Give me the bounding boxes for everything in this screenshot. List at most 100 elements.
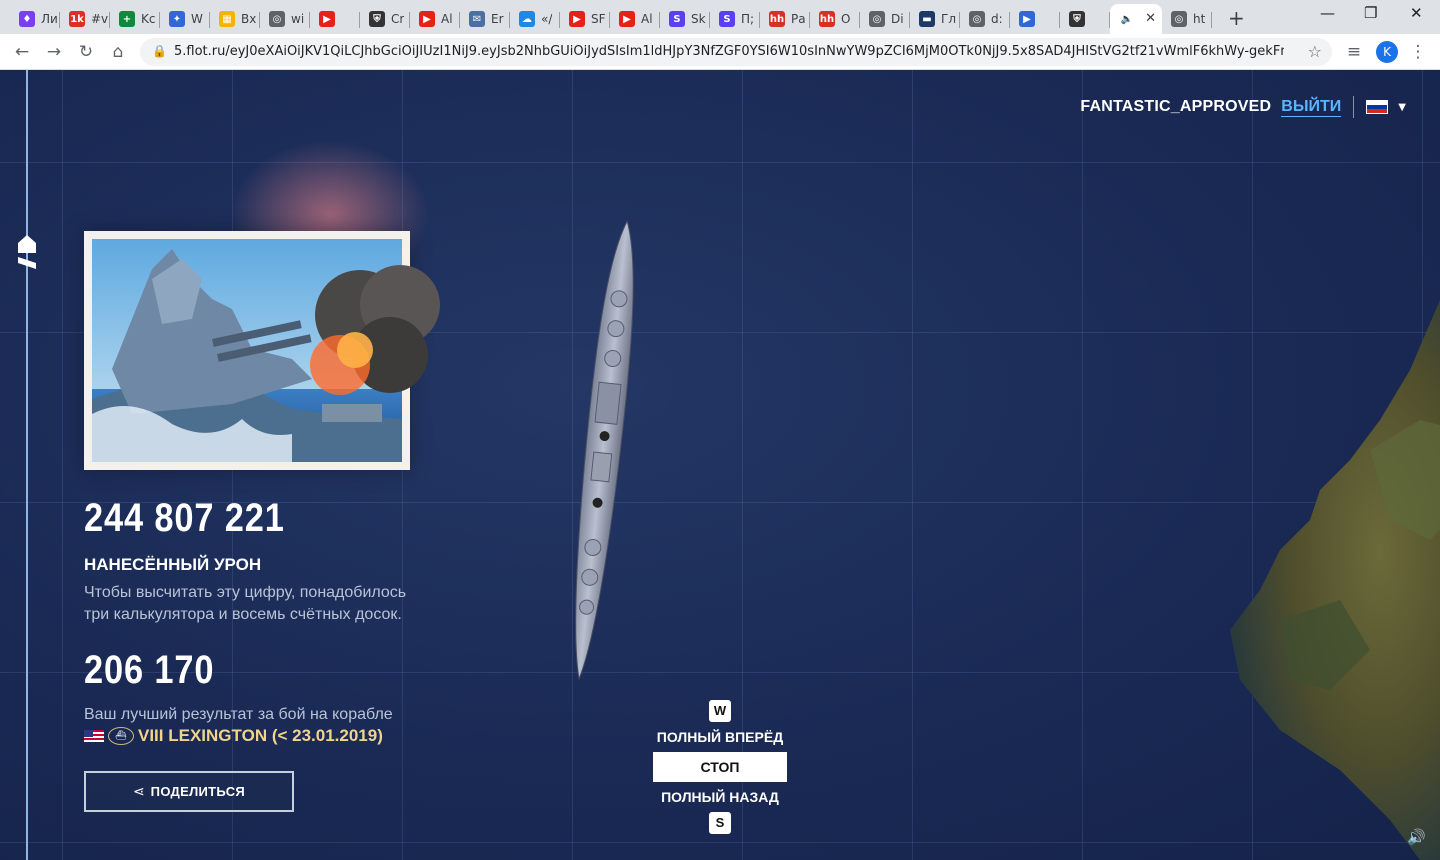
tab-title: Kc <box>141 12 156 26</box>
browser-tab[interactable]: ◎ wi <box>260 4 310 34</box>
browser-tab[interactable]: ⛨ <box>1060 4 1110 34</box>
full-ahead-button[interactable]: ПОЛНЫЙ ВПЕРЁД <box>650 722 790 752</box>
island-terrain <box>1230 300 1440 860</box>
tab-favicon-icon: + <box>119 11 135 27</box>
tab-favicon-icon: hh <box>769 11 785 27</box>
browser-tab[interactable]: ⛨ Cr <box>360 4 410 34</box>
browser-tab[interactable]: ▶ SF <box>560 4 610 34</box>
tab-favicon-icon: ⛨ <box>1069 11 1085 27</box>
reload-icon[interactable]: ↻ <box>74 40 98 64</box>
address-bar[interactable]: 🔒 5.flot.ru/eyJ0eXAiOiJKV1QiLCJhbGciOiJI… <box>140 38 1332 66</box>
tab-favicon-icon: ☁ <box>519 11 535 27</box>
share-label: ПОДЕЛИТЬСЯ <box>150 784 246 799</box>
minimize-icon[interactable]: — <box>1320 4 1335 22</box>
bookmark-star-icon[interactable]: ☆ <box>1308 42 1322 61</box>
browser-toolbar: ← → ↻ ⌂ 🔒 5.flot.ru/eyJ0eXAiOiJKV1QiLCJh… <box>0 34 1440 70</box>
key-s[interactable]: S <box>709 812 731 834</box>
close-window-icon[interactable]: ✕ <box>1410 4 1423 22</box>
browser-tab[interactable]: 🔈 ✕ <box>1110 4 1162 34</box>
tab-title: SF <box>591 12 606 26</box>
browser-tab[interactable]: ▶ Al <box>410 4 460 34</box>
best-ship: ⛴ VIII LEXINGTON (< 23.01.2019) <box>84 726 383 746</box>
tab-title: wi <box>291 12 305 26</box>
media-control-icon[interactable]: ≡ <box>1342 40 1366 64</box>
url-text[interactable]: 5.flot.ru/eyJ0eXAiOiJKV1QiLCJhbGciOiJIUz… <box>174 44 1284 59</box>
browser-tab[interactable]: ◎ d: <box>960 4 1010 34</box>
sound-toggle-icon[interactable]: 🔊 <box>1407 828 1426 846</box>
back-icon[interactable]: ← <box>10 40 34 64</box>
browser-tab[interactable]: ▶ Al <box>610 4 660 34</box>
key-w[interactable]: W <box>709 700 731 722</box>
browser-tab[interactable]: ▶ <box>310 4 360 34</box>
us-flag-icon <box>84 730 104 742</box>
tab-favicon-icon: ⛨ <box>369 11 385 27</box>
divider <box>1353 96 1355 118</box>
left-rail <box>26 70 28 860</box>
stop-button[interactable]: СТОП <box>653 752 787 782</box>
damage-description: Чтобы высчитать эту цифру, понадобилось … <box>84 582 484 626</box>
damage-value: 244 807 221 <box>84 496 285 540</box>
damage-description-line: три калькулятора и восемь счётных досок. <box>84 606 402 623</box>
browser-tab[interactable]: ◎ ht <box>1162 4 1212 34</box>
browser-tab[interactable]: ✦ W <box>160 4 210 34</box>
aircraft-carrier-icon: ⛴ <box>108 727 134 745</box>
tab-title: «/ <box>541 12 553 26</box>
best-result-value: 206 170 <box>84 648 215 692</box>
tab-favicon-icon: ▶ <box>619 11 635 27</box>
grid-line <box>62 70 63 860</box>
tab-favicon-icon: ▶ <box>1019 11 1035 27</box>
tab-title: Di <box>891 12 904 26</box>
grid-line <box>1082 70 1083 860</box>
tab-favicon-icon: 1k <box>69 11 85 27</box>
browser-tab[interactable]: 1k #v <box>60 4 110 34</box>
tab-favicon-icon: ✉ <box>469 11 485 27</box>
tab-favicon-icon: ▶ <box>319 11 335 27</box>
browser-tab[interactable]: ▶ <box>1010 4 1060 34</box>
restore-icon[interactable]: ❐ <box>1364 4 1377 22</box>
tab-favicon-icon: hh <box>819 11 835 27</box>
browser-tab[interactable]: ◎ Di <box>860 4 910 34</box>
tab-favicon-icon: 🔈 <box>1119 11 1135 27</box>
tab-title: Sk <box>691 12 706 26</box>
forward-icon[interactable]: → <box>42 40 66 64</box>
tab-title: О <box>841 12 851 26</box>
browser-tab[interactable]: ♦ Ли <box>10 4 60 34</box>
browser-tab[interactable]: S Sk <box>660 4 710 34</box>
profile-avatar[interactable]: K <box>1376 41 1398 63</box>
browser-tab[interactable]: S П; <box>710 4 760 34</box>
logout-link[interactable]: ВЫЙТИ <box>1281 98 1342 117</box>
browser-tab[interactable]: hh О <box>810 4 860 34</box>
lock-icon: 🔒 <box>152 44 167 58</box>
home-icon[interactable]: ⌂ <box>106 40 130 64</box>
tab-title: Cr <box>391 12 405 26</box>
browser-tab[interactable]: ☁ «/ <box>510 4 560 34</box>
browser-tab[interactable]: ▦ Bx <box>210 4 260 34</box>
logo-icon <box>18 235 36 269</box>
user-bar: FANTASTIC_APPROVED ВЫЙТИ ▼ <box>1080 96 1406 118</box>
chevron-down-icon[interactable]: ▼ <box>1398 102 1406 113</box>
tab-close-icon[interactable]: ✕ <box>1145 11 1156 26</box>
tab-favicon-icon: ♦ <box>19 11 35 27</box>
tab-favicon-icon: ✦ <box>169 11 185 27</box>
browser-tab[interactable]: ✉ Er <box>460 4 510 34</box>
browser-tab[interactable]: ▬ Гл <box>910 4 960 34</box>
language-flag-icon[interactable] <box>1366 100 1389 114</box>
menu-kebab-icon[interactable]: ⋮ <box>1406 40 1430 64</box>
grid-line <box>0 162 1440 163</box>
new-tab-button[interactable]: + <box>1228 6 1245 30</box>
damage-description-line: Чтобы высчитать эту цифру, понадобилось <box>84 584 407 601</box>
tab-title: П; <box>741 12 755 26</box>
grid-line <box>912 70 913 860</box>
share-button[interactable]: ⋖ ПОДЕЛИТЬСЯ <box>84 771 294 812</box>
tab-strip: ♦ Ли 1k #v + Kc ✦ W ▦ Bx ◎ wi ▶ ⛨ Cr ▶ Al ✉ Er ☁ «/▶ SF ▶ Al S Sk… <box>0 0 1440 34</box>
tab-title: Ли <box>41 12 58 26</box>
browser-tab[interactable]: + Kc <box>110 4 160 34</box>
game-page: FANTASTIC_APPROVED ВЫЙТИ ▼ 244 807 221 Н… <box>0 70 1440 860</box>
browser-tab[interactable]: hh Ра <box>760 4 810 34</box>
tab-title: d: <box>991 12 1003 26</box>
tab-title: #v <box>91 12 109 26</box>
tab-favicon-icon: ◎ <box>269 11 285 27</box>
full-reverse-button[interactable]: ПОЛНЫЙ НАЗАД <box>650 782 790 812</box>
share-icon: ⋖ <box>132 783 145 800</box>
best-result-description: Ваш лучший результат за бой на корабле <box>84 706 393 723</box>
